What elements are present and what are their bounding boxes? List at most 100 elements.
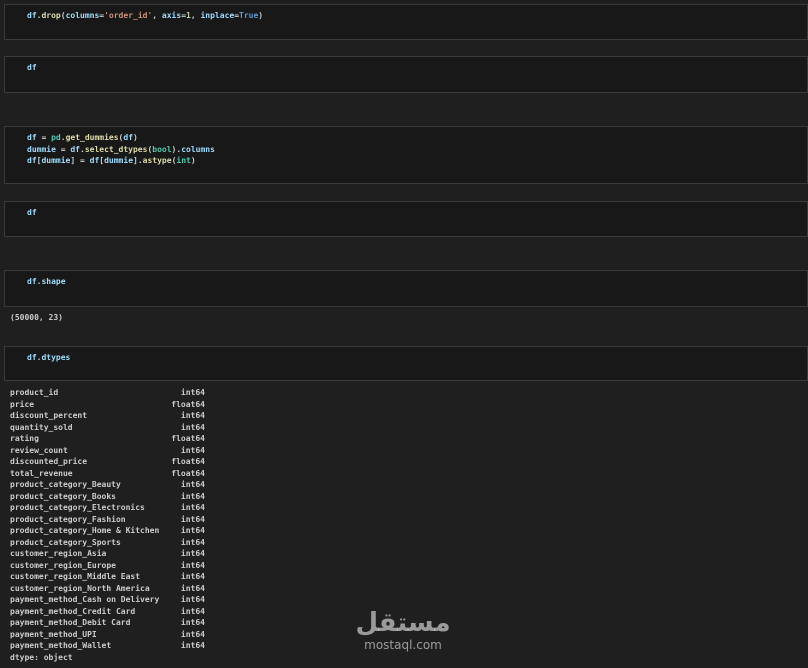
dtype-row: total_revenue float64 bbox=[10, 468, 205, 480]
code-cell-dtypes[interactable]: df.dtypes bbox=[4, 346, 808, 381]
dtype-value: int64 bbox=[180, 422, 205, 432]
dtype-value: int64 bbox=[180, 572, 205, 581]
dtype-row: product_category_Electronics int64 bbox=[10, 502, 205, 514]
dtype-row: product_id int64 bbox=[10, 387, 205, 399]
dtype-column-name: payment_method_Credit Card bbox=[10, 606, 136, 616]
code-token: df bbox=[27, 156, 37, 165]
code-line: df bbox=[27, 207, 37, 219]
code-token: True bbox=[239, 11, 259, 20]
dtype-column-name: payment_method_Cash on Delivery bbox=[10, 595, 160, 604]
watermark-latin: mostaql.com bbox=[364, 638, 442, 652]
code-token: int bbox=[176, 156, 191, 165]
dtype-column-name: product_category_Beauty bbox=[10, 480, 121, 489]
dtype-row: product_category_Fashion int64 bbox=[10, 514, 205, 526]
code-token: df bbox=[123, 133, 134, 142]
code-token: select_dtypes bbox=[84, 144, 148, 154]
code-token: inplace bbox=[200, 11, 235, 20]
dtype-value: float64 bbox=[171, 468, 205, 478]
dtype-value: int64 bbox=[180, 503, 205, 512]
code-line: df[dummie] = df[dummie].astype(int) bbox=[27, 155, 215, 167]
dtype-value: int64 bbox=[180, 445, 205, 455]
dtype-column-name: price bbox=[10, 399, 35, 409]
code-cell-get-dummies[interactable]: df = pd.get_dummies(df) dummie = df.selec… bbox=[4, 126, 808, 184]
dtype-column-name: customer_region_Europe bbox=[10, 560, 116, 570]
dtype-column-name: payment_method_UPI bbox=[10, 629, 97, 639]
code-token: ]. bbox=[133, 156, 143, 165]
code-line: df.dtypes bbox=[27, 352, 70, 364]
dtype-row: payment_method_Cash on Delivery int64 bbox=[10, 594, 205, 606]
dtype-row: rating float64 bbox=[10, 433, 205, 445]
dtype-value: int64 bbox=[180, 560, 205, 570]
cell-code[interactable]: df.drop(columns='order_id', axis=1, inpl… bbox=[27, 10, 263, 22]
dtype-column-name: discount_percent bbox=[10, 411, 88, 420]
dtype-value: int64 bbox=[180, 595, 205, 604]
dtype-row: customer_region_Europe int64 bbox=[10, 560, 205, 572]
code-token: df bbox=[70, 144, 80, 154]
shape-output: (50000, 23) bbox=[10, 313, 63, 322]
dtype-row: quantity_sold int64 bbox=[10, 422, 205, 434]
dtype-column-name: payment_method_Wallet bbox=[10, 641, 112, 650]
code-token: columns bbox=[181, 144, 215, 154]
dtype-column-name: product_category_Home & Kitchen bbox=[10, 526, 160, 535]
dtype-row: discounted_price float64 bbox=[10, 456, 205, 468]
code-cell-df[interactable]: df bbox=[4, 201, 808, 237]
dtype-row: product_category_Home & Kitchen int64 bbox=[10, 525, 205, 537]
code-token: columns bbox=[65, 11, 100, 20]
dtype-row: payment_method_Wallet int64 bbox=[10, 640, 205, 652]
dtype-value: int64 bbox=[180, 388, 205, 397]
dtype-column-name: review_count bbox=[10, 445, 68, 455]
code-line: df.drop(columns='order_id', axis=1, inpl… bbox=[27, 10, 263, 22]
dtype-column-name: product_category_Books bbox=[10, 491, 116, 501]
dtype-value: float64 bbox=[171, 399, 205, 409]
dtype-column-name: rating bbox=[10, 434, 39, 443]
code-token: = bbox=[36, 133, 52, 142]
code-token: get_dummies bbox=[65, 133, 119, 142]
dtype-row: payment_method_Credit Card int64 bbox=[10, 606, 205, 618]
code-line: df bbox=[27, 62, 37, 74]
code-token: df bbox=[27, 353, 37, 362]
cell-code[interactable]: df.dtypes bbox=[27, 352, 70, 364]
code-token: ) bbox=[133, 133, 138, 142]
dtype-column-name: product_category_Electronics bbox=[10, 503, 145, 512]
cell-code[interactable]: df = pd.get_dummies(df) dummie = df.selec… bbox=[27, 132, 215, 167]
code-token: dummie bbox=[41, 156, 71, 165]
dtype-row: product_category_Beauty int64 bbox=[10, 479, 205, 491]
dtype-value: int64 bbox=[180, 514, 205, 524]
dtype-column-name: product_category_Sports bbox=[10, 537, 121, 547]
dtype-value: int64 bbox=[180, 583, 205, 593]
code-token: df bbox=[89, 156, 100, 165]
dtype-column-name: discounted_price bbox=[10, 457, 88, 466]
code-token: axis bbox=[161, 11, 182, 20]
dtype-row: price float64 bbox=[10, 399, 205, 411]
dtype-row: product_category_Books int64 bbox=[10, 491, 205, 503]
dtype-column-name: payment_method_Debit Card bbox=[10, 618, 131, 627]
dtype-value: float64 bbox=[171, 457, 205, 466]
dtype-value: int64 bbox=[180, 618, 205, 627]
dtype-row: customer_region_Asia int64 bbox=[10, 548, 205, 560]
code-token: astype bbox=[142, 156, 172, 165]
cell-code[interactable]: df bbox=[27, 207, 37, 219]
code-token: ) bbox=[190, 156, 196, 165]
dtype-value: int64 bbox=[180, 606, 205, 616]
dtype-row: payment_method_Debit Card int64 bbox=[10, 617, 205, 629]
code-cell-df[interactable]: df bbox=[4, 56, 808, 93]
cell-code[interactable]: df.shape bbox=[27, 276, 66, 288]
code-token: df bbox=[27, 277, 37, 286]
code-line: df = pd.get_dummies(df) bbox=[27, 132, 215, 144]
dtype-row: customer_region_Middle East int64 bbox=[10, 571, 205, 583]
dtype-value: int64 bbox=[180, 549, 205, 558]
dtype-value: float64 bbox=[171, 434, 205, 443]
cell-code[interactable]: df bbox=[27, 62, 37, 74]
code-cell-shape[interactable]: df.shape bbox=[4, 270, 808, 307]
dtype-column-name: product_category_Fashion bbox=[10, 514, 126, 524]
dtype-value: int64 bbox=[180, 480, 205, 489]
code-token: ) bbox=[258, 11, 264, 20]
code-token: 'order_id' bbox=[104, 11, 153, 20]
dtype-footer: dtype: object bbox=[10, 652, 73, 662]
code-token: shape bbox=[41, 277, 66, 286]
dtype-column-name: customer_region_North America bbox=[10, 583, 150, 593]
code-cell-drop[interactable]: df.drop(columns='order_id', axis=1, inpl… bbox=[4, 4, 808, 40]
code-line: df.shape bbox=[27, 276, 66, 288]
dtype-value: int64 bbox=[180, 411, 205, 420]
code-token: df bbox=[27, 11, 37, 20]
